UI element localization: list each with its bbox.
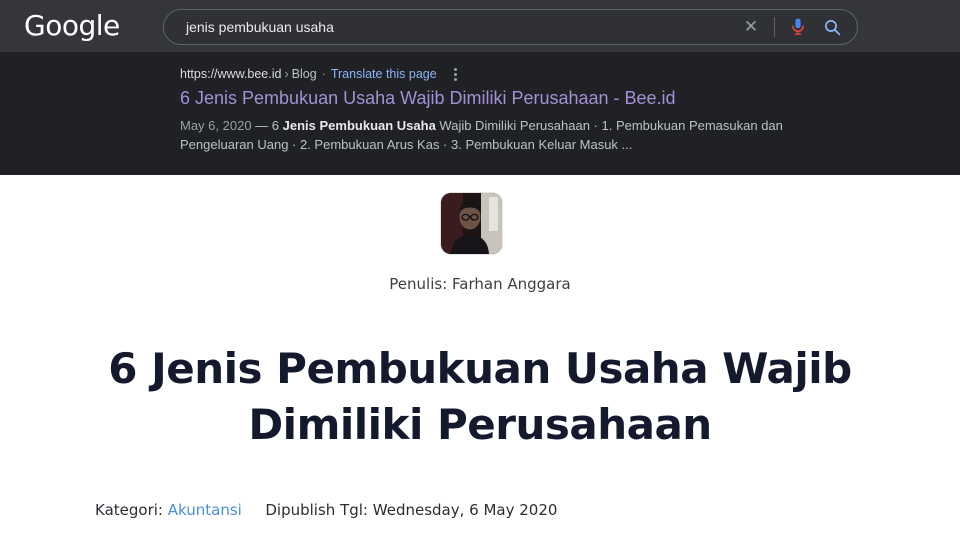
snippet-bold-phrase: Jenis Pembukuan Usaha: [282, 118, 436, 133]
author-byline: Penulis: Farhan Anggara: [389, 275, 571, 293]
category-label: Kategori:: [95, 501, 163, 519]
published-label: Dipublish Tgl:: [265, 501, 368, 519]
search-input[interactable]: jenis pembukuan usaha: [186, 19, 334, 35]
result-breadcrumb: Blog: [291, 67, 317, 81]
screenshot-root: Google jenis pembukuan usaha ✕ https://w…: [0, 0, 960, 540]
url-dot-separator: ·: [321, 67, 326, 81]
snippet-date: May 6, 2020: [180, 118, 252, 133]
page-title: 6 Jenis Pembukuan Usaha Wajib Dimiliki P…: [108, 344, 852, 450]
result-url-domain: https://www.bee.id: [180, 67, 282, 81]
article-page: Penulis: Farhan Anggara 6 Jenis Pembukua…: [0, 175, 960, 540]
category-link[interactable]: Akuntansi: [168, 501, 242, 519]
search-results-area: https://www.bee.id › Blog · Translate th…: [0, 52, 960, 175]
google-logo[interactable]: Google: [24, 11, 120, 41]
article-meta: Kategori: Akuntansi Dipublish Tgl: Wedne…: [95, 500, 557, 520]
close-icon[interactable]: ✕: [740, 16, 762, 38]
icon-divider: [774, 17, 775, 37]
kebab-menu-icon[interactable]: [449, 66, 463, 82]
breadcrumb-separator-icon: ›: [284, 67, 289, 81]
search-icon[interactable]: [821, 16, 843, 38]
microphone-icon[interactable]: [787, 16, 809, 38]
google-search-header: Google jenis pembukuan usaha ✕: [0, 0, 960, 52]
result-title-link[interactable]: 6 Jenis Pembukuan Usaha Wajib Dimiliki P…: [180, 87, 800, 110]
result-url-row: https://www.bee.id › Blog · Translate th…: [180, 66, 800, 82]
author-avatar: [441, 193, 502, 254]
published-date: Wednesday, 6 May 2020: [372, 501, 558, 519]
snippet-dash: — 6: [255, 118, 283, 133]
search-box-icons: ✕: [740, 10, 843, 44]
result-snippet: May 6, 2020 — 6 Jenis Pembukuan Usaha Wa…: [180, 116, 786, 154]
search-result-item[interactable]: https://www.bee.id › Blog · Translate th…: [180, 66, 800, 154]
search-box[interactable]: jenis pembukuan usaha ✕: [163, 9, 858, 45]
translate-this-page-link[interactable]: Translate this page: [331, 66, 437, 82]
